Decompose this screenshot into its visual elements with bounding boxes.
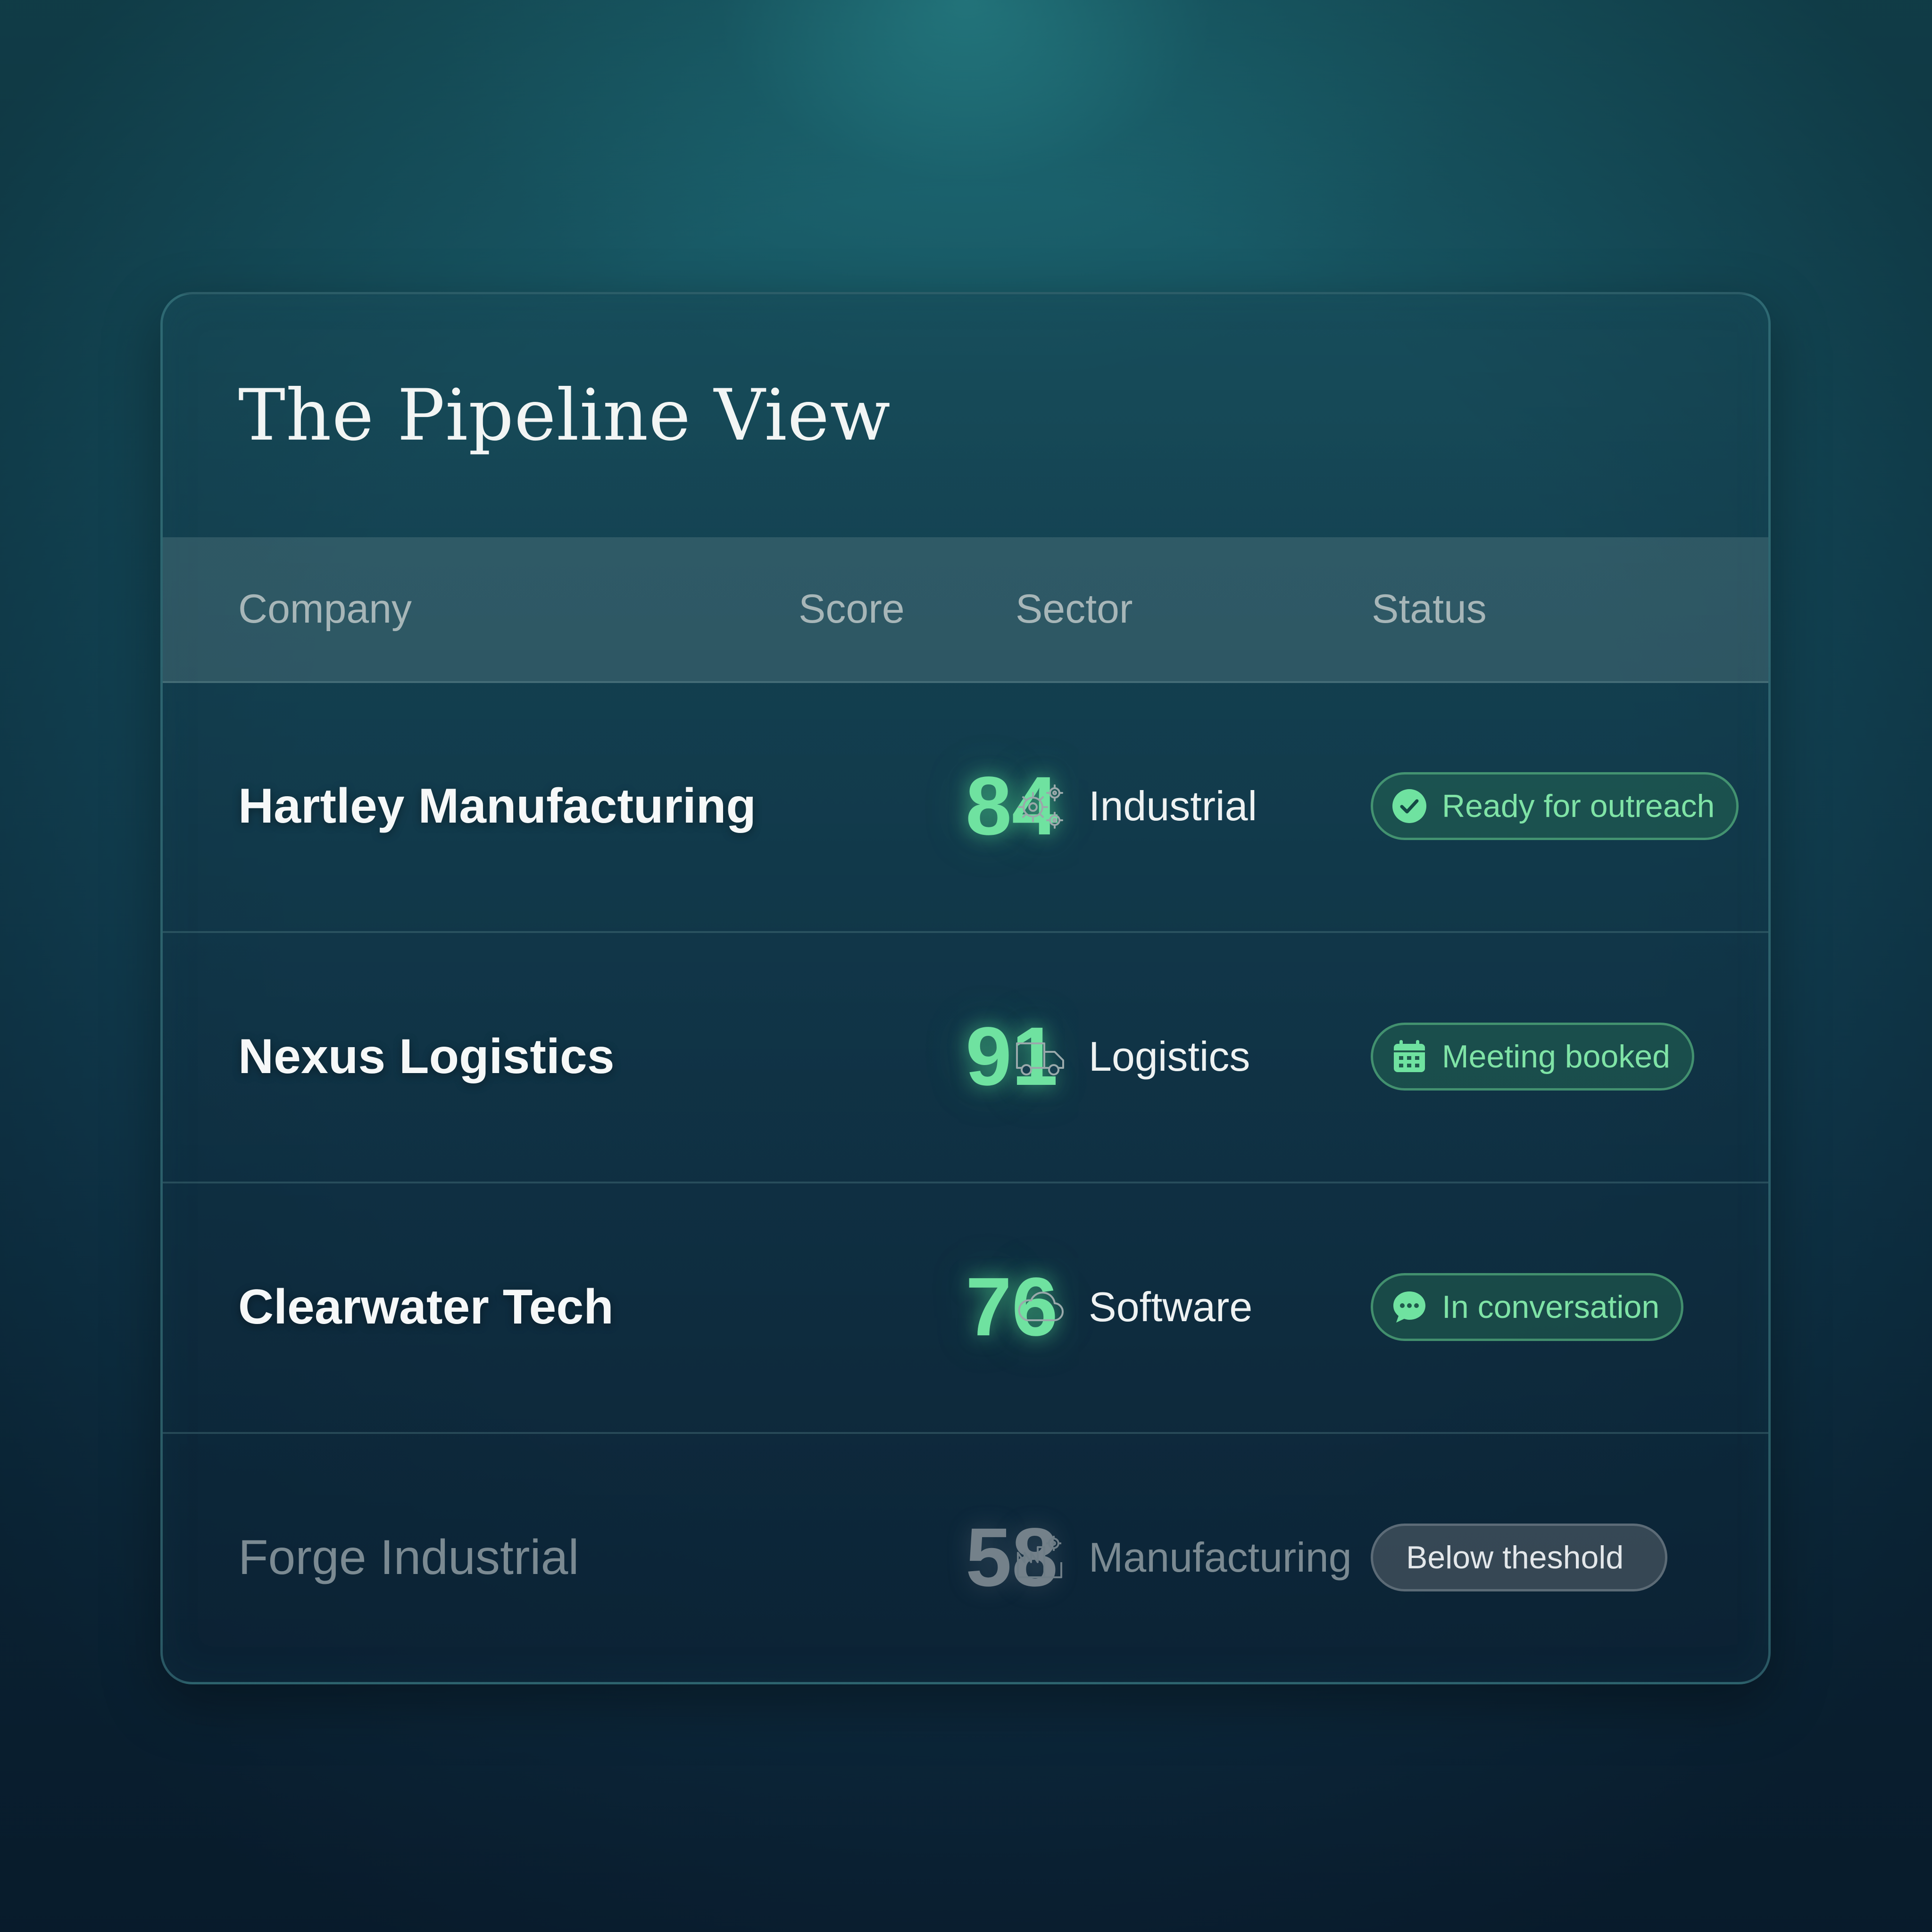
sector-label: Software bbox=[1089, 1283, 1253, 1330]
status-badge[interactable]: Meeting booked bbox=[1371, 1023, 1694, 1091]
company-name: Hartley Manufacturing bbox=[238, 779, 756, 833]
column-header-status[interactable]: Status bbox=[1372, 537, 1487, 681]
company-name: Forge Industrial bbox=[238, 1530, 579, 1585]
status-badge[interactable]: Below theshold bbox=[1371, 1524, 1668, 1591]
check-circle-icon bbox=[1391, 788, 1428, 824]
cloud-icon bbox=[1014, 1283, 1066, 1331]
sector-label: Manufacturing bbox=[1089, 1534, 1352, 1581]
company-name: Clearwater Tech bbox=[238, 1280, 614, 1334]
status-badge[interactable]: In conversation bbox=[1371, 1273, 1684, 1341]
company-name: Nexus Logistics bbox=[238, 1029, 615, 1084]
table-row[interactable]: Forge Industrial 58 Manufacturing Below … bbox=[163, 1432, 1768, 1682]
status-label: Below theshold bbox=[1406, 1540, 1624, 1575]
status-badge[interactable]: Ready for outreach bbox=[1371, 772, 1739, 840]
sector-label: Logistics bbox=[1089, 1033, 1250, 1080]
sector-label: Industrial bbox=[1089, 783, 1257, 829]
factory-icon bbox=[1014, 1534, 1066, 1581]
page-title: The Pipeline View bbox=[238, 375, 891, 457]
status-label: Meeting booked bbox=[1442, 1039, 1670, 1074]
status-label: In conversation bbox=[1442, 1289, 1660, 1325]
column-header-sector[interactable]: Sector bbox=[1016, 537, 1133, 681]
column-header-score[interactable]: Score bbox=[799, 537, 905, 681]
table-row[interactable]: Nexus Logistics 91 Logistics Meeting boo… bbox=[163, 932, 1768, 1183]
chat-bubble-icon bbox=[1391, 1289, 1428, 1325]
status-label: Ready for outreach bbox=[1442, 788, 1715, 824]
gears-icon bbox=[1014, 783, 1066, 830]
calendar-icon bbox=[1391, 1038, 1428, 1075]
table-header: Company Score Sector Status bbox=[163, 537, 1768, 683]
table-row[interactable]: Clearwater Tech 76 Software In conversat… bbox=[163, 1182, 1768, 1434]
pipeline-panel: The Pipeline View Company Score Sector S… bbox=[160, 292, 1771, 1684]
table-row[interactable]: Hartley Manufacturing 84 Industrial Read… bbox=[163, 681, 1768, 933]
truck-icon bbox=[1014, 1033, 1066, 1080]
column-header-company[interactable]: Company bbox=[238, 537, 412, 681]
